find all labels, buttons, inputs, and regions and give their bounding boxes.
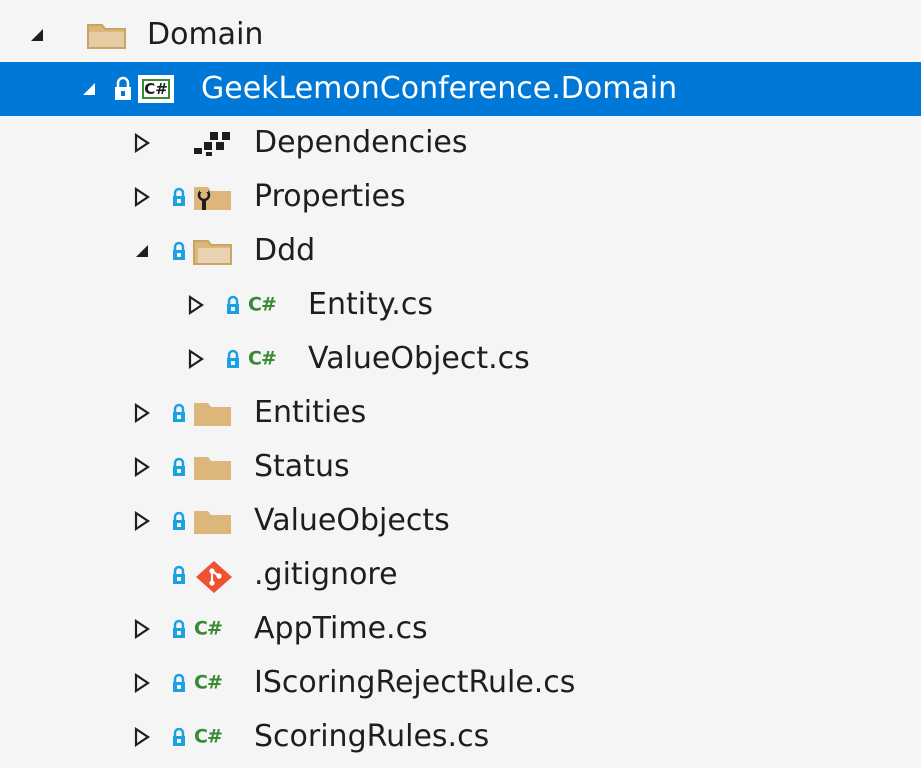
open-folder-icon: [192, 236, 234, 266]
collapsed-arrow-icon[interactable]: [187, 347, 205, 371]
lock-icon: [170, 452, 190, 482]
collapsed-arrow-icon[interactable]: [133, 131, 151, 155]
csharp-file-icon: C#: [194, 671, 223, 694]
tree-item-entities-folder[interactable]: Entities: [0, 386, 921, 440]
csharp-file-icon: C#: [248, 347, 277, 370]
lock-icon: [224, 290, 244, 320]
lock-icon: [170, 398, 190, 428]
tree-item-ddd-folder[interactable]: Ddd: [0, 224, 921, 278]
lock-icon: [112, 74, 134, 104]
lock-icon: [170, 506, 190, 536]
tree-item-project-geeklemonconference-domain[interactable]: C# GeekLemonConference.Domain: [0, 62, 921, 116]
tree-item-gitignore[interactable]: .gitignore: [0, 548, 921, 602]
folder-icon: [192, 452, 234, 482]
tree-item-scoringrules-cs[interactable]: C# ScoringRules.cs: [0, 710, 921, 764]
dependencies-icon: [190, 128, 234, 158]
folder-icon: [192, 398, 234, 428]
lock-icon: [170, 614, 190, 644]
collapsed-arrow-icon[interactable]: [133, 509, 151, 533]
csharp-project-icon: C#: [138, 75, 174, 103]
tree-item-label: Ddd: [254, 233, 316, 268]
tree-item-label: Entity.cs: [308, 287, 433, 322]
collapsed-arrow-icon[interactable]: [133, 617, 151, 641]
expanded-arrow-icon[interactable]: [28, 23, 46, 47]
properties-folder-icon: [192, 182, 234, 212]
lock-icon: [170, 668, 190, 698]
expanded-arrow-icon[interactable]: [80, 77, 98, 101]
tree-item-apptime-cs[interactable]: C# AppTime.cs: [0, 602, 921, 656]
tree-item-properties[interactable]: Properties: [0, 170, 921, 224]
tree-item-entity-cs[interactable]: C# Entity.cs: [0, 278, 921, 332]
folder-icon: [192, 506, 234, 536]
tree-item-label: ScoringRules.cs: [254, 719, 490, 754]
tree-item-label: Dependencies: [254, 125, 468, 160]
collapsed-arrow-icon[interactable]: [133, 455, 151, 479]
lock-icon: [170, 722, 190, 752]
tree-item-domain-folder[interactable]: Domain: [0, 8, 921, 62]
collapsed-arrow-icon[interactable]: [133, 671, 151, 695]
solution-explorer-tree: Domain C# GeekLemonConference.Domain Dep…: [0, 0, 921, 768]
tree-item-label: .gitignore: [254, 557, 398, 592]
tree-item-dependencies[interactable]: Dependencies: [0, 116, 921, 170]
lock-icon: [170, 560, 190, 590]
tree-item-label: ValueObjects: [254, 503, 450, 538]
tree-item-label: Domain: [147, 17, 264, 52]
tree-item-label: Properties: [254, 179, 406, 214]
tree-item-iscoringrejectrule-cs[interactable]: C# IScoringRejectRule.cs: [0, 656, 921, 710]
expanded-arrow-icon[interactable]: [133, 239, 151, 263]
collapsed-arrow-icon[interactable]: [133, 725, 151, 749]
tree-item-status-folder[interactable]: Status: [0, 440, 921, 494]
tree-item-label: ValueObject.cs: [308, 341, 530, 376]
lock-icon: [170, 182, 190, 212]
csharp-file-icon: C#: [194, 725, 223, 748]
tree-item-label: Status: [254, 449, 350, 484]
tree-item-valueobjects-folder[interactable]: ValueObjects: [0, 494, 921, 548]
csharp-file-icon: C#: [248, 293, 277, 316]
lock-icon: [170, 236, 190, 266]
tree-item-label: IScoringRejectRule.cs: [254, 665, 576, 700]
tree-item-valueobject-cs[interactable]: C# ValueObject.cs: [0, 332, 921, 386]
tree-item-label: AppTime.cs: [254, 611, 428, 646]
collapsed-arrow-icon[interactable]: [133, 401, 151, 425]
collapsed-arrow-icon[interactable]: [133, 185, 151, 209]
lock-icon: [224, 344, 244, 374]
solution-folder-icon: [86, 20, 128, 50]
csharp-file-icon: C#: [194, 617, 223, 640]
tree-item-label: Entities: [254, 395, 367, 430]
git-icon: [192, 560, 236, 593]
tree-item-label: GeekLemonConference.Domain: [201, 71, 678, 106]
collapsed-arrow-icon[interactable]: [187, 293, 205, 317]
